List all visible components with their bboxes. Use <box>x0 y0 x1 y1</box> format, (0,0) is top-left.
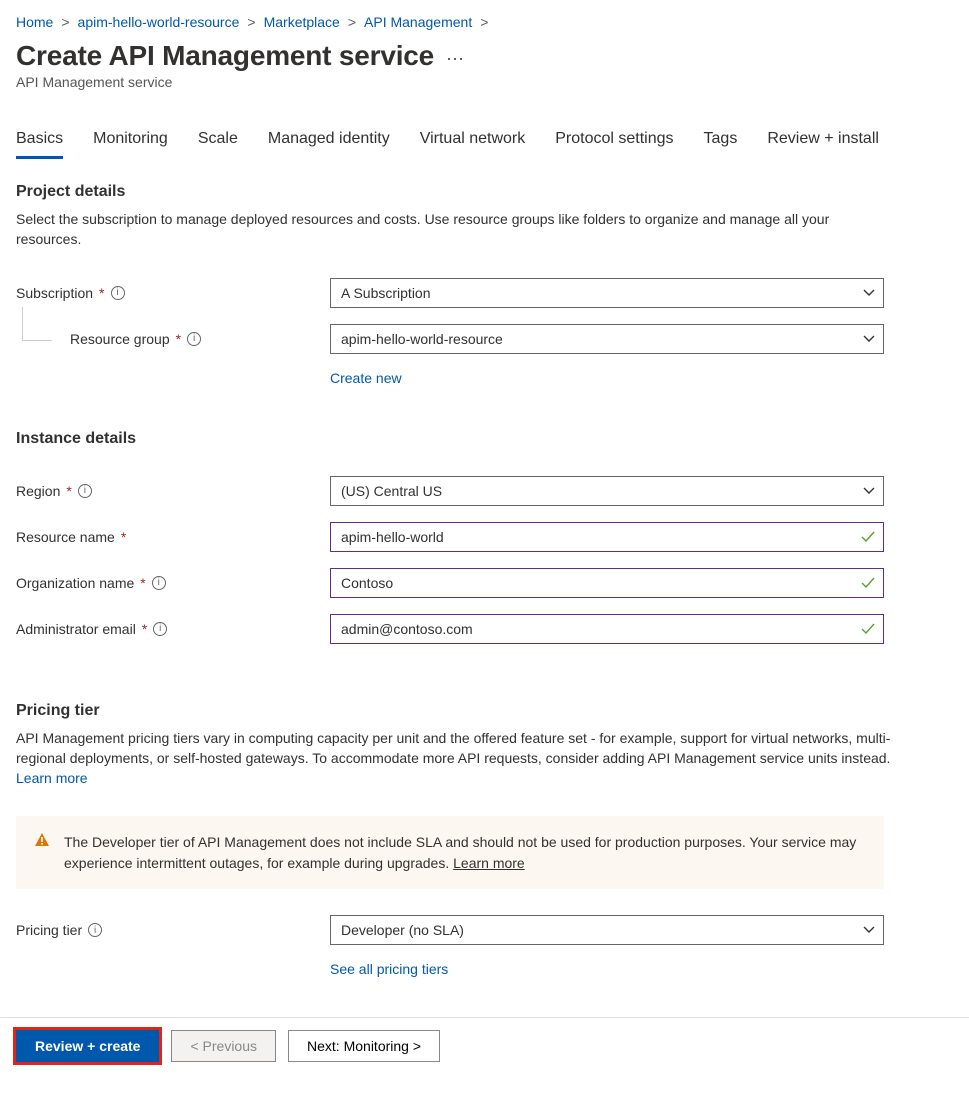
info-icon[interactable]: i <box>187 332 201 346</box>
required-asterisk: * <box>140 575 145 591</box>
resource-name-value: apim-hello-world <box>341 529 444 545</box>
breadcrumb-sep: > <box>61 14 69 30</box>
required-asterisk: * <box>176 331 181 347</box>
subscription-value: A Subscription <box>341 285 431 301</box>
tabs: Basics Monitoring Scale Managed identity… <box>16 130 953 159</box>
resource-group-dropdown[interactable]: apim-hello-world-resource <box>330 324 884 354</box>
pricing-tier-dropdown[interactable]: Developer (no SLA) <box>330 915 884 945</box>
footer-buttons: Review + create < Previous Next: Monitor… <box>16 1030 953 1074</box>
info-icon[interactable]: i <box>111 286 125 300</box>
resource-group-label: Resource group <box>70 331 170 347</box>
resource-name-input[interactable]: apim-hello-world <box>330 522 884 552</box>
warning-icon <box>34 832 50 853</box>
admin-email-value: admin@contoso.com <box>341 621 473 637</box>
tab-managed-identity[interactable]: Managed identity <box>268 130 390 159</box>
next-button[interactable]: Next: Monitoring > <box>288 1030 440 1062</box>
pricing-tier-heading: Pricing tier <box>16 702 953 720</box>
breadcrumb-sep: > <box>480 14 488 30</box>
subscription-dropdown[interactable]: A Subscription <box>330 278 884 308</box>
required-asterisk: * <box>121 529 126 545</box>
required-asterisk: * <box>142 621 147 637</box>
warning-box: The Developer tier of API Management doe… <box>16 816 884 889</box>
resource-group-value: apim-hello-world-resource <box>341 331 503 347</box>
previous-button[interactable]: < Previous <box>171 1030 276 1062</box>
page-title: Create API Management service <box>16 40 434 72</box>
admin-email-input[interactable]: admin@contoso.com <box>330 614 884 644</box>
tab-scale[interactable]: Scale <box>198 130 238 159</box>
tab-tags[interactable]: Tags <box>704 130 738 159</box>
see-all-pricing-link[interactable]: See all pricing tiers <box>330 961 448 977</box>
create-new-link[interactable]: Create new <box>330 370 402 386</box>
org-name-value: Contoso <box>341 575 393 591</box>
region-dropdown[interactable]: (US) Central US <box>330 476 884 506</box>
project-details-desc: Select the subscription to manage deploy… <box>16 209 896 250</box>
chevron-down-icon <box>863 289 875 297</box>
pricing-learn-more-link[interactable]: Learn more <box>16 770 88 786</box>
required-asterisk: * <box>66 483 71 499</box>
breadcrumb-marketplace[interactable]: Marketplace <box>264 14 340 30</box>
org-name-label: Organization name <box>16 575 134 591</box>
region-value: (US) Central US <box>341 483 442 499</box>
breadcrumb: Home > apim-hello-world-resource > Marke… <box>16 10 953 40</box>
pricing-tier-label: Pricing tier <box>16 922 82 938</box>
chevron-down-icon <box>863 926 875 934</box>
checkmark-icon <box>861 531 875 543</box>
info-icon[interactable]: i <box>88 923 102 937</box>
breadcrumb-sep: > <box>348 14 356 30</box>
page-subtitle: API Management service <box>16 74 953 90</box>
tab-virtual-network[interactable]: Virtual network <box>420 130 526 159</box>
footer-separator <box>0 1017 969 1018</box>
review-create-button[interactable]: Review + create <box>16 1030 159 1062</box>
tree-line <box>22 307 52 341</box>
info-icon[interactable]: i <box>152 576 166 590</box>
tab-monitoring[interactable]: Monitoring <box>93 130 168 159</box>
breadcrumb-api-management[interactable]: API Management <box>364 14 472 30</box>
instance-details-heading: Instance details <box>16 430 953 448</box>
chevron-down-icon <box>863 335 875 343</box>
chevron-down-icon <box>863 487 875 495</box>
checkmark-icon <box>861 577 875 589</box>
required-asterisk: * <box>99 285 104 301</box>
breadcrumb-sep: > <box>247 14 255 30</box>
info-icon[interactable]: i <box>78 484 92 498</box>
region-label: Region <box>16 483 60 499</box>
resource-name-label: Resource name <box>16 529 115 545</box>
tab-protocol-settings[interactable]: Protocol settings <box>555 130 673 159</box>
subscription-label: Subscription <box>16 285 93 301</box>
pricing-tier-value: Developer (no SLA) <box>341 922 464 938</box>
info-icon[interactable]: i <box>153 622 167 636</box>
tab-basics[interactable]: Basics <box>16 130 63 159</box>
project-details-heading: Project details <box>16 183 953 201</box>
admin-email-label: Administrator email <box>16 621 136 637</box>
breadcrumb-resource[interactable]: apim-hello-world-resource <box>78 14 240 30</box>
warning-learn-more-link[interactable]: Learn more <box>453 855 525 871</box>
checkmark-icon <box>861 623 875 635</box>
more-actions-icon[interactable]: ⋯ <box>446 43 464 70</box>
tab-review-install[interactable]: Review + install <box>767 130 879 159</box>
pricing-tier-desc: API Management pricing tiers vary in com… <box>16 728 896 789</box>
org-name-input[interactable]: Contoso <box>330 568 884 598</box>
breadcrumb-home[interactable]: Home <box>16 14 53 30</box>
